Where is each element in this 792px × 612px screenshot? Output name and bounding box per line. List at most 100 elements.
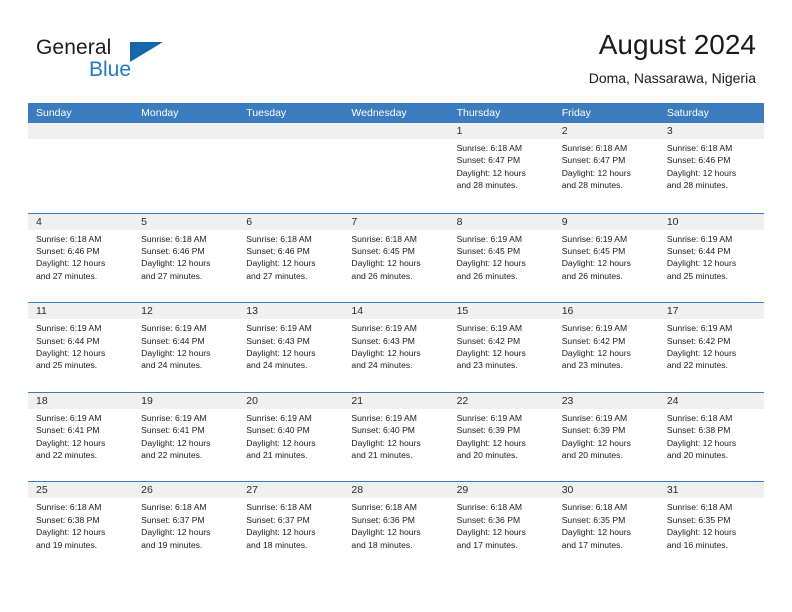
calendar-day-cell[interactable]: 3 Sunrise: 6:18 AM Sunset: 6:46 PM Daylight…: [658, 123, 764, 213]
calendar-day-cell[interactable]: 17 Sunrise: 6:19 AM Sunset: 6:42 PM Dayligh…: [658, 303, 764, 392]
day-detail-line: Daylight: 12 hours: [456, 527, 526, 538]
day-detail-line: Sunrise: 6:18 AM: [456, 502, 523, 513]
day-detail-line: Daylight: 12 hours: [666, 258, 737, 269]
day-detail-line: Daylight: 12 hours: [666, 437, 737, 448]
calendar-day-cell[interactable]: 16 Sunrise: 6:19 AM Sunset: 6:42 PM Dayligh…: [553, 303, 659, 392]
day-number: 26: [133, 482, 239, 499]
day-detail-line: Sunrise: 6:18 AM: [36, 502, 102, 513]
day-details: Sunrise: 6:18 AM Sunset: 6:46 PM Daylight:…: [238, 230, 343, 283]
day-number: [238, 123, 344, 139]
day-detail-line: Daylight: 12 hours: [561, 258, 631, 269]
calendar-day-cell[interactable]: 10 Sunrise: 6:19 AM Sunset: 6:44 PM Dayligh…: [658, 213, 764, 303]
day-detail-line: Sunset: 6:44 PM: [141, 335, 205, 346]
day-detail-line: Sunset: 6:45 PM: [561, 246, 626, 256]
calendar-day-cell[interactable]: 12 Sunrise: 6:19 AM Sunset: 6:44 PM Dayligh…: [133, 303, 239, 392]
day-detail-line: Daylight: 12 hours: [246, 258, 316, 269]
calendar-day-cell[interactable]: 8 Sunrise: 6:19 AM Sunset: 6:45 PM Daylight…: [448, 213, 554, 303]
day-details: Sunrise: 6:19 AM Sunset: 6:43 PM Daylight:…: [343, 319, 448, 372]
day-detail-line: Sunset: 6:46 PM: [666, 155, 731, 166]
day-detail-line: Sunset: 6:43 PM: [246, 335, 310, 346]
calendar-day-cell[interactable]: 5 Sunrise: 6:18 AM Sunset: 6:46 PM Daylight…: [133, 213, 239, 303]
calendar-day-cell[interactable]: 9 Sunrise: 6:19 AM Sunset: 6:45 PM Daylight…: [553, 213, 659, 303]
day-detail-line: and 28 minutes.: [666, 180, 728, 191]
day-detail-line: and 23 minutes.: [561, 360, 623, 371]
day-detail-line: Sunrise: 6:18 AM: [141, 502, 207, 513]
calendar-day-cell[interactable]: 27 Sunrise: 6:18 AM Sunset: 6:37 PM Dayligh…: [238, 482, 344, 571]
day-details: Sunrise: 6:18 AM Sunset: 6:36 PM Daylight:…: [449, 498, 554, 551]
calendar-day-cell[interactable]: 7 Sunrise: 6:18 AM Sunset: 6:45 PM Daylight…: [343, 213, 449, 303]
day-number: [133, 123, 239, 139]
day-detail-line: Sunset: 6:44 PM: [36, 335, 100, 346]
day-number: 2: [553, 123, 659, 139]
day-detail-line: Sunset: 6:38 PM: [666, 425, 731, 436]
day-details: Sunrise: 6:19 AM Sunset: 6:44 PM Daylight:…: [28, 319, 133, 372]
day-number: 18: [28, 392, 134, 409]
day-number: 5: [133, 213, 239, 230]
day-detail-line: Sunset: 6:47 PM: [456, 155, 521, 166]
calendar-day-cell[interactable]: 20 Sunrise: 6:19 AM Sunset: 6:40 PM Dayligh…: [238, 392, 344, 482]
day-detail-line: Sunrise: 6:19 AM: [561, 233, 628, 244]
calendar-day-cell[interactable]: 29 Sunrise: 6:18 AM Sunset: 6:36 PM Dayligh…: [448, 482, 554, 571]
day-detail-line: Sunrise: 6:19 AM: [456, 323, 523, 334]
brand-logo[interactable]: General Blue: [36, 36, 236, 92]
calendar-day-cell[interactable]: 30 Sunrise: 6:18 AM Sunset: 6:35 PM Dayligh…: [553, 482, 659, 571]
calendar-day-cell[interactable]: 2 Sunrise: 6:18 AM Sunset: 6:47 PM Daylight…: [553, 123, 659, 213]
day-detail-line: and 26 minutes.: [561, 270, 623, 281]
calendar-day-cell[interactable]: 24 Sunrise: 6:18 AM Sunset: 6:38 PM Dayligh…: [658, 392, 764, 482]
day-number: 30: [553, 482, 659, 499]
day-detail-line: Sunset: 6:38 PM: [36, 514, 100, 525]
day-detail-line: and 21 minutes.: [351, 450, 413, 460]
calendar-day-cell[interactable]: 28 Sunrise: 6:18 AM Sunset: 6:36 PM Dayligh…: [343, 482, 449, 571]
calendar-day-cell[interactable]: 13 Sunrise: 6:19 AM Sunset: 6:43 PM Dayligh…: [238, 303, 344, 392]
day-detail-line: and 20 minutes.: [561, 450, 623, 460]
day-detail-line: and 22 minutes.: [666, 360, 728, 371]
day-detail-line: Daylight: 12 hours: [351, 437, 421, 448]
day-number: 25: [28, 482, 134, 499]
day-details: Sunrise: 6:19 AM Sunset: 6:44 PM Daylight:…: [133, 319, 238, 372]
calendar-day-cell[interactable]: 21 Sunrise: 6:19 AM Sunset: 6:40 PM Dayligh…: [343, 392, 449, 482]
calendar-cell-empty: [28, 123, 134, 213]
calendar-day-cell[interactable]: 14 Sunrise: 6:19 AM Sunset: 6:43 PM Dayligh…: [343, 303, 449, 392]
day-detail-line: Sunrise: 6:18 AM: [36, 233, 102, 244]
day-detail-line: Daylight: 12 hours: [561, 437, 631, 448]
calendar-day-cell[interactable]: 1 Sunrise: 6:18 AM Sunset: 6:47 PM Daylight…: [448, 123, 554, 213]
day-detail-line: Daylight: 12 hours: [456, 167, 526, 178]
day-detail-line: Sunset: 6:44 PM: [666, 246, 731, 256]
day-detail-line: Sunset: 6:37 PM: [246, 514, 310, 525]
calendar-cell-empty: [343, 123, 449, 213]
day-number: 17: [658, 303, 764, 320]
calendar-day-cell[interactable]: 22 Sunrise: 6:19 AM Sunset: 6:39 PM Dayligh…: [448, 392, 554, 482]
calendar-day-cell[interactable]: 4 Sunrise: 6:18 AM Sunset: 6:46 PM Daylight…: [28, 213, 134, 303]
day-detail-line: and 24 minutes.: [141, 360, 203, 371]
day-number: 12: [133, 303, 239, 320]
day-detail-line: Sunset: 6:47 PM: [561, 155, 626, 166]
weekday-header-monday: Monday: [141, 107, 179, 119]
calendar-day-cell[interactable]: 23 Sunrise: 6:19 AM Sunset: 6:39 PM Dayligh…: [553, 392, 659, 482]
day-detail-line: and 26 minutes.: [351, 270, 413, 281]
calendar-day-cell[interactable]: 25 Sunrise: 6:18 AM Sunset: 6:38 PM Dayligh…: [28, 482, 134, 571]
day-detail-line: and 21 minutes.: [246, 450, 308, 460]
day-details: Sunrise: 6:19 AM Sunset: 6:39 PM Daylight:…: [449, 409, 554, 462]
calendar-day-cell[interactable]: 15 Sunrise: 6:19 AM Sunset: 6:42 PM Dayligh…: [448, 303, 554, 392]
calendar-week-row: 1 Sunrise: 6:18 AM Sunset: 6:47 PM Daylight…: [28, 123, 764, 213]
day-number: 9: [553, 213, 659, 230]
day-detail-line: Daylight: 12 hours: [561, 167, 631, 178]
day-detail-line: Sunset: 6:35 PM: [561, 514, 626, 525]
day-detail-line: Sunrise: 6:18 AM: [351, 502, 417, 513]
calendar-day-cell[interactable]: 31 Sunrise: 6:18 AM Sunset: 6:35 PM Dayligh…: [658, 482, 764, 571]
calendar-day-cell[interactable]: 18 Sunrise: 6:19 AM Sunset: 6:41 PM Dayligh…: [28, 392, 134, 482]
day-detail-line: Sunset: 6:43 PM: [351, 335, 415, 346]
calendar-day-cell[interactable]: 11 Sunrise: 6:19 AM Sunset: 6:44 PM Dayligh…: [28, 303, 134, 392]
day-details: Sunrise: 6:18 AM Sunset: 6:47 PM Daylight:…: [449, 139, 554, 192]
day-detail-line: and 27 minutes.: [246, 270, 308, 281]
day-detail-line: Daylight: 12 hours: [36, 437, 106, 448]
calendar-day-cell[interactable]: 19 Sunrise: 6:19 AM Sunset: 6:41 PM Dayligh…: [133, 392, 239, 482]
calendar-day-cell[interactable]: 6 Sunrise: 6:18 AM Sunset: 6:46 PM Daylight…: [238, 213, 344, 303]
page-title: August 2024: [598, 29, 756, 60]
calendar-day-cell[interactable]: 26 Sunrise: 6:18 AM Sunset: 6:37 PM Dayligh…: [133, 482, 239, 571]
day-detail-line: Sunrise: 6:18 AM: [246, 233, 312, 244]
day-detail-line: Sunset: 6:41 PM: [36, 425, 100, 436]
day-detail-line: Sunrise: 6:18 AM: [666, 412, 733, 423]
day-detail-line: Daylight: 12 hours: [36, 348, 106, 358]
day-detail-line: and 25 minutes.: [666, 270, 728, 281]
